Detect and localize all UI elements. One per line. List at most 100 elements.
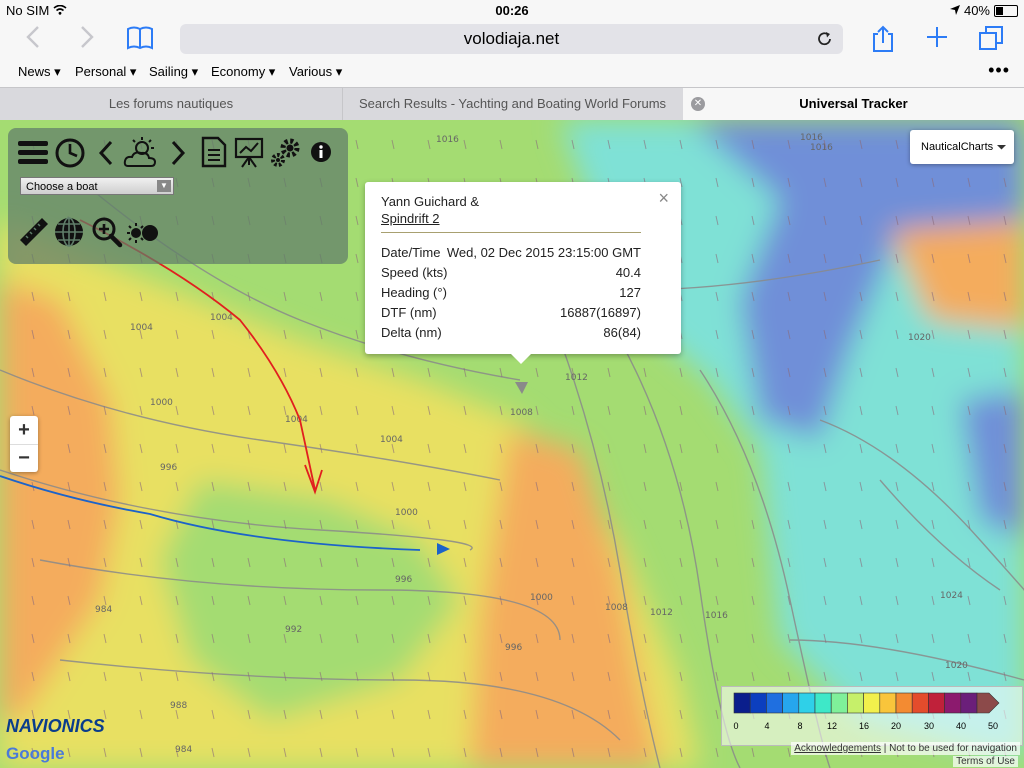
isobar-label: 1004 — [130, 323, 153, 333]
close-icon[interactable]: × — [658, 188, 669, 209]
address-bar[interactable]: volodiaja.net — [180, 24, 843, 54]
tab-label: Search Results - Yachting and Boating Wo… — [358, 96, 667, 111]
isobar-label: 996 — [160, 463, 177, 473]
tab-search-results[interactable]: Search Results - Yachting and Boating Wo… — [342, 88, 684, 120]
info-value: Wed, 02 Dec 2015 23:15:00 GMT — [446, 245, 641, 260]
menu-icon[interactable] — [18, 138, 48, 173]
legend-color-swatch — [928, 692, 945, 714]
bookmark-economy[interactable]: Economy ▾ — [211, 64, 275, 80]
back-icon[interactable] — [26, 25, 40, 56]
legend-tick: 12 — [826, 721, 837, 731]
isobar-label: 1000 — [150, 398, 173, 408]
zoom-in-button[interactable]: + — [10, 416, 38, 444]
info-value: 16887(16897) — [560, 305, 641, 320]
presentation-icon[interactable] — [234, 136, 264, 173]
info-value: 40.4 — [615, 265, 641, 280]
legend-tick: 30 — [923, 721, 934, 731]
legend-color-swatch — [830, 692, 848, 714]
tabs-overview-icon[interactable] — [978, 25, 1004, 58]
legend-color-swatch — [960, 692, 978, 714]
isobar-label: 1008 — [510, 408, 533, 418]
tab-bar: Les forums nautiques Search Results - Ya… — [0, 87, 1024, 120]
legend-color-swatch — [798, 692, 816, 714]
bookmark-personal[interactable]: Personal ▾ — [75, 64, 136, 80]
isobar-label: 1008 — [605, 603, 628, 613]
legend-color-swatch — [944, 692, 962, 714]
chevron-down-icon: ▼ — [157, 180, 171, 192]
forward-icon[interactable] — [80, 25, 94, 56]
boat-select-value: Choose a boat — [26, 181, 98, 193]
isobar-label: 1000 — [530, 593, 553, 603]
chevron-down-icon — [997, 130, 1006, 178]
isobar-label: 988 — [170, 701, 187, 711]
info-icon[interactable] — [310, 141, 332, 168]
legend-tick: 16 — [858, 721, 869, 731]
tab-forums-nautiques[interactable]: Les forums nautiques — [0, 88, 343, 120]
tab-universal-tracker[interactable]: ✕ Universal Tracker — [683, 88, 1024, 120]
next-icon[interactable] — [170, 139, 186, 172]
info-row: Speed (kts) 40.4 — [381, 265, 641, 285]
isobar-label: 1020 — [945, 661, 968, 671]
zoom-in-icon[interactable] — [91, 216, 123, 253]
zoom-control: + − — [10, 416, 38, 472]
weather-icon[interactable] — [122, 136, 160, 175]
isobar-label: 1004 — [285, 415, 308, 425]
bookmark-news[interactable]: News ▾ — [18, 64, 61, 80]
info-value: 86(84) — [603, 325, 641, 340]
clock-icon[interactable] — [54, 137, 86, 174]
info-label: Speed (kts) — [381, 265, 448, 280]
isobar-label: 1004 — [380, 435, 403, 445]
document-icon[interactable] — [200, 136, 228, 173]
isobar-label: 984 — [95, 605, 112, 615]
settings-icon[interactable] — [270, 136, 302, 173]
battery-icon — [994, 4, 1018, 17]
isobar-label: 1020 — [908, 333, 931, 343]
ruler-icon[interactable] — [18, 216, 50, 253]
previous-icon[interactable] — [98, 139, 114, 172]
night-day-icon[interactable] — [126, 220, 160, 251]
bookmarks-icon[interactable] — [126, 25, 154, 58]
info-row: Delta (nm) 86(84) — [381, 325, 641, 345]
tab-label: Les forums nautiques — [108, 96, 234, 111]
legend-color-swatch — [911, 692, 929, 714]
info-label: Delta (nm) — [381, 325, 442, 340]
google-logo[interactable]: Google — [6, 744, 65, 764]
browser-toolbar: volodiaja.net — [0, 20, 1024, 58]
info-row: Date/Time Wed, 02 Dec 2015 23:15:00 GMT — [381, 245, 641, 265]
close-tab-icon[interactable]: ✕ — [691, 97, 705, 111]
bookmarks-bar: News ▾ Personal ▾ Sailing ▾ Economy ▾ Va… — [0, 60, 1024, 86]
globe-icon[interactable] — [53, 216, 85, 253]
terms-of-use-link[interactable]: Terms of Use — [953, 756, 1018, 767]
legend-tick: 40 — [955, 721, 966, 731]
boat-name-link[interactable]: Spindrift 2 — [381, 211, 440, 226]
legend-color-swatch — [976, 692, 1000, 714]
info-row: DTF (nm) 16887(16897) — [381, 305, 641, 325]
boat-select[interactable]: Choose a boat ▼ — [20, 177, 174, 195]
reload-icon[interactable] — [817, 24, 833, 65]
tracker-toolbar: Choose a boat ▼ — [8, 128, 348, 264]
isobar-label: 1024 — [940, 591, 963, 601]
info-value: 127 — [619, 285, 641, 300]
battery-level — [996, 6, 1004, 15]
legend-color-swatch — [879, 692, 897, 714]
battery-label: 40% — [963, 3, 990, 18]
info-row: Heading (°) 127 — [381, 285, 641, 305]
isobar-label: 1016 — [436, 135, 459, 145]
share-icon[interactable] — [872, 25, 894, 60]
new-tab-icon[interactable] — [925, 25, 949, 56]
bookmark-various[interactable]: Various ▾ — [289, 64, 342, 80]
legend-tick: 20 — [890, 721, 901, 731]
legend-color-swatch — [782, 692, 800, 714]
legend-color-swatch — [847, 692, 864, 714]
zoom-out-button[interactable]: − — [10, 445, 38, 472]
more-icon[interactable]: ••• — [988, 60, 1010, 81]
chart-layer-select[interactable]: NauticalCharts — [910, 130, 1014, 164]
legend-color-swatch — [749, 692, 767, 714]
legend-tick: 50 — [987, 721, 998, 731]
navionics-logo[interactable]: NAVIONICS — [6, 716, 105, 737]
status-bar: No SIM 00:26 40% — [0, 0, 1024, 20]
isobar-label: 1000 — [395, 508, 418, 518]
bookmark-sailing[interactable]: Sailing ▾ — [149, 64, 198, 80]
popup-tail — [511, 354, 531, 364]
acknowledgements-link[interactable]: Acknowledgements — [794, 743, 881, 754]
